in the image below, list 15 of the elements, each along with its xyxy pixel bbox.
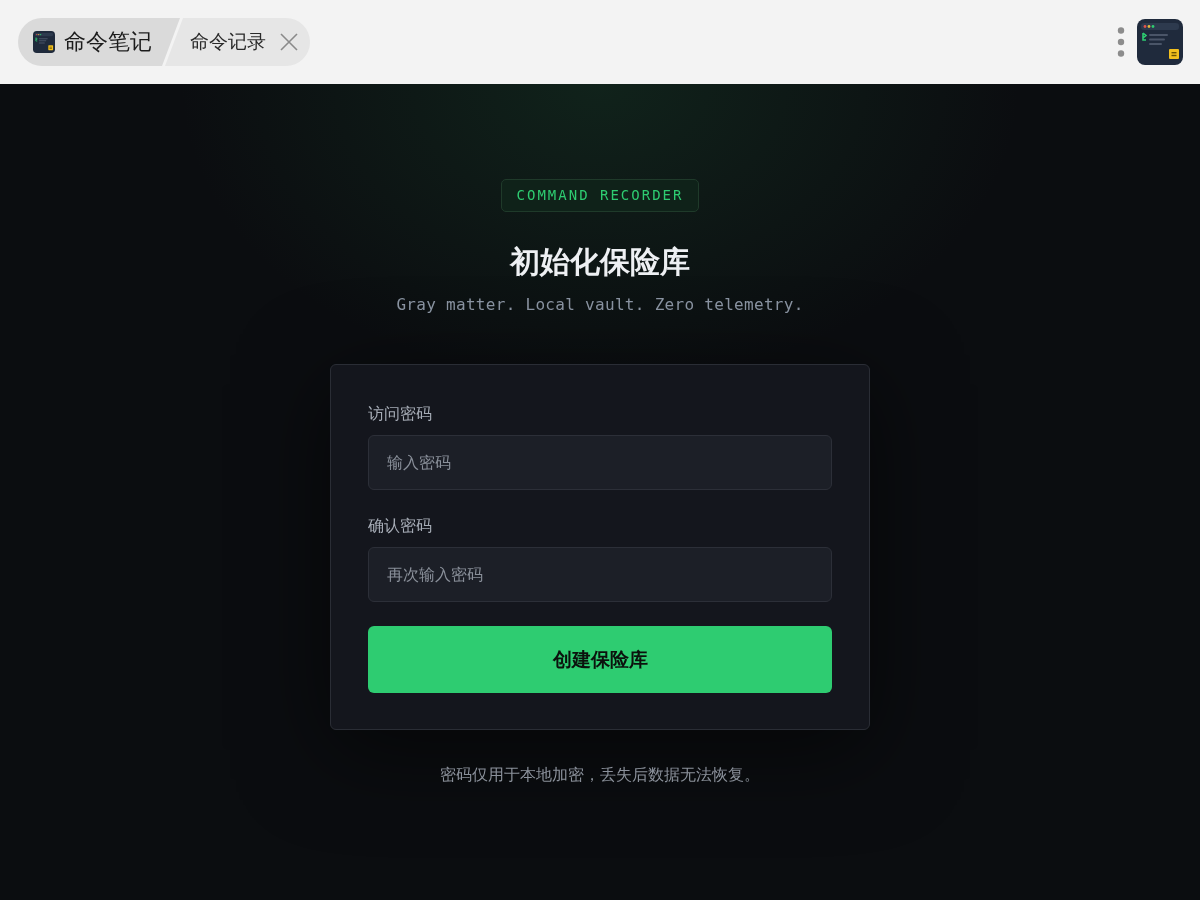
product-badge: COMMAND RECORDER (500, 179, 700, 212)
app-name-tab[interactable]: 命令笔记 (18, 18, 180, 66)
footer-note: 密码仅用于本地加密，丢失后数据无法恢复。 (440, 764, 760, 786)
page-title: 初始化保险库 (510, 243, 690, 281)
password-field[interactable]: 输入密码 (368, 435, 832, 490)
tagline: Gray matter. Local vault. Zero telemetry. (396, 294, 804, 316)
field-label: 确认密码 (368, 515, 432, 537)
menu-icon[interactable] (1117, 27, 1125, 57)
close-icon[interactable] (280, 33, 298, 51)
field-label: 访问密码 (368, 403, 432, 425)
terminal-window-icon[interactable] (1137, 19, 1183, 65)
password-field[interactable]: 再次输入密码 (368, 547, 832, 602)
tab[interactable]: 命令记录 (165, 18, 310, 66)
terminal-window-icon (33, 31, 55, 53)
create-vault-button[interactable]: 创建保险库 (368, 626, 832, 693)
